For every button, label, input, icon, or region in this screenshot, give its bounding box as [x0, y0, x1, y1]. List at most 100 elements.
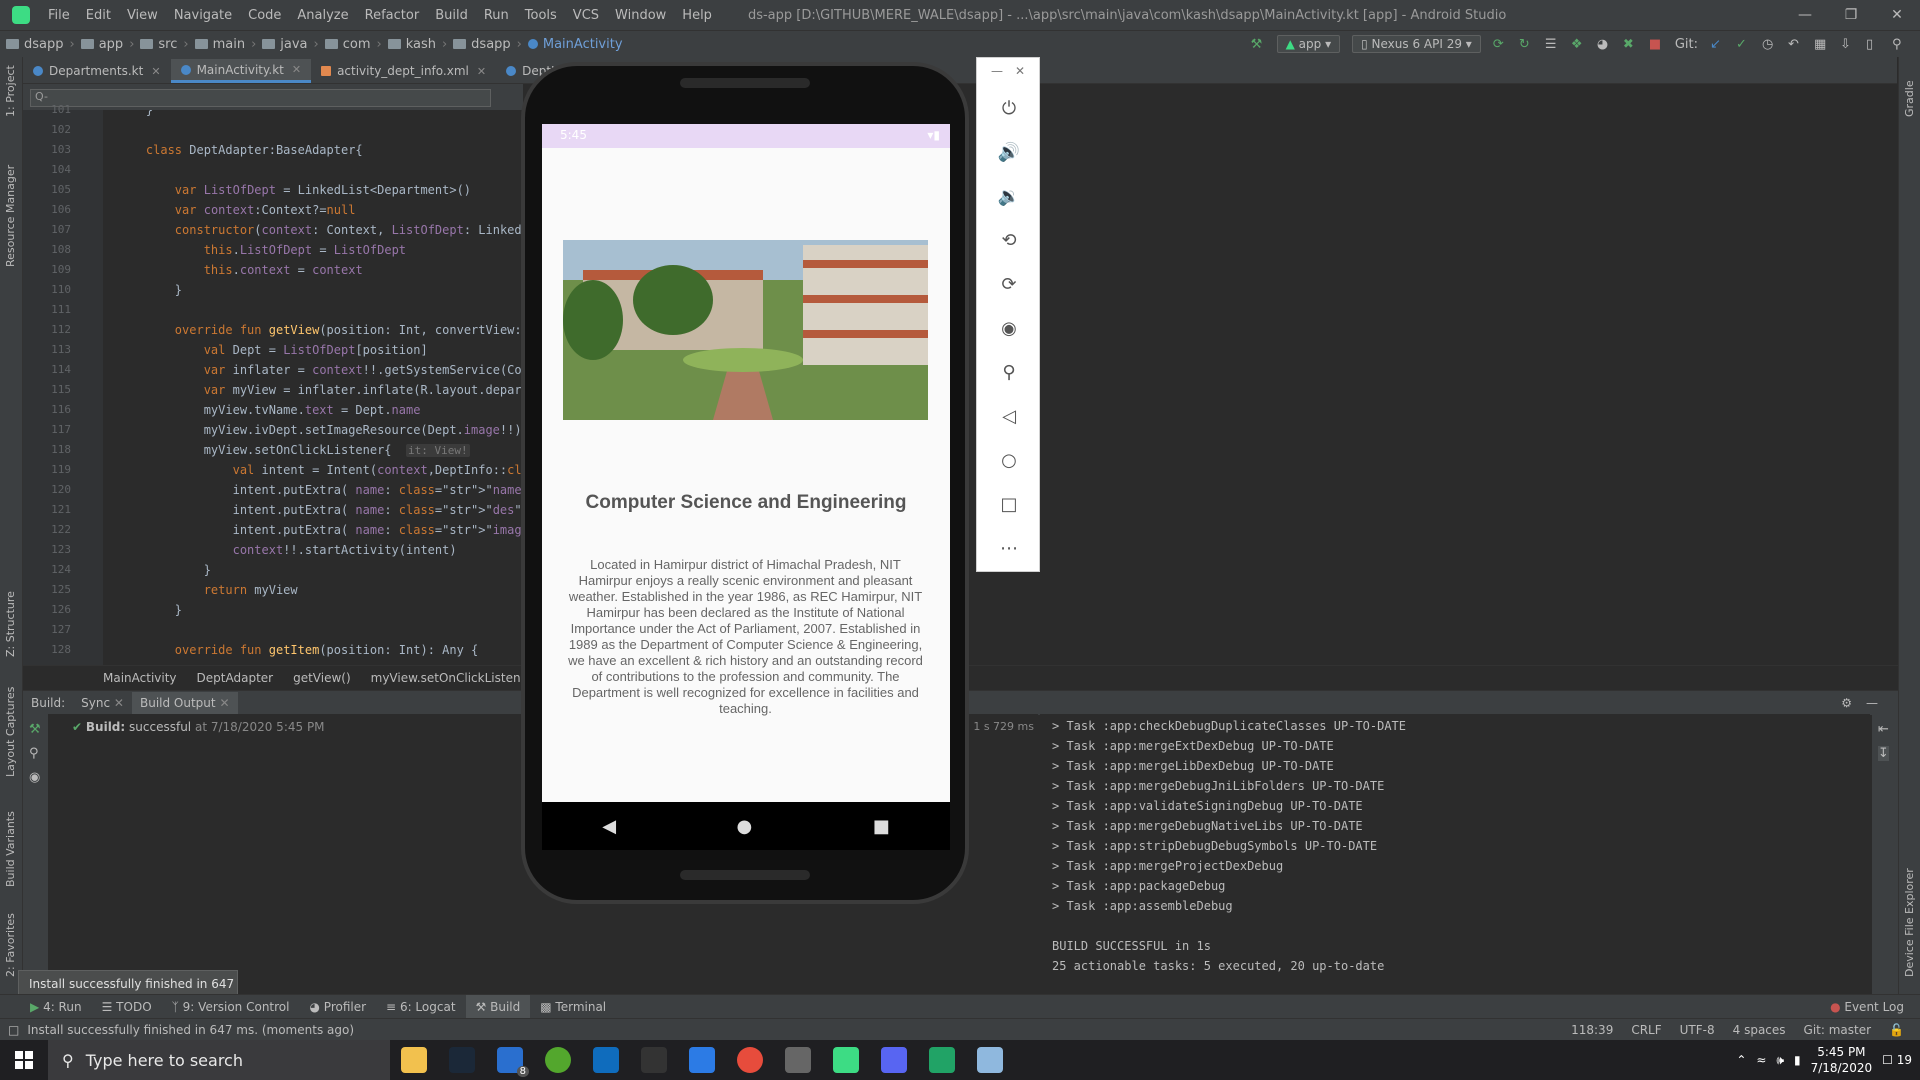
- code-line[interactable]: this.ListOfDept = ListOfDept: [117, 240, 406, 260]
- cursor-position[interactable]: 118:39: [1571, 1023, 1613, 1037]
- back-nav-icon[interactable]: ◀: [602, 816, 616, 837]
- mail-icon[interactable]: 8: [497, 1047, 529, 1077]
- zoom-icon[interactable]: ⚲: [995, 358, 1023, 386]
- code-line[interactable]: class DeptAdapter:BaseAdapter{: [117, 140, 363, 160]
- tab-profiler[interactable]: ◕ Profiler: [299, 1000, 376, 1014]
- code-line[interactable]: }: [117, 280, 182, 300]
- power-icon[interactable]: ⏻: [995, 94, 1023, 122]
- chevron-up-icon[interactable]: ⌃: [1736, 1053, 1746, 1067]
- breadcrumb-src[interactable]: src: [134, 37, 183, 52]
- wifi-icon[interactable]: ≈: [1756, 1053, 1766, 1067]
- hammer-icon[interactable]: ⚒: [29, 722, 41, 737]
- hide-panel-icon[interactable]: —: [1866, 696, 1878, 710]
- volume-icon[interactable]: 🕪: [1776, 1053, 1784, 1068]
- build-output-console[interactable]: > Task :app:checkDebugDuplicateClasses U…: [1040, 714, 1870, 994]
- close-tab-icon[interactable]: ✕: [477, 65, 486, 78]
- crumb-mainactivity[interactable]: MainActivity: [93, 671, 187, 685]
- back-icon[interactable]: ◁: [995, 402, 1023, 430]
- todo-icon[interactable]: [689, 1047, 715, 1073]
- code-line[interactable]: return myView: [117, 580, 298, 600]
- profile-icon[interactable]: ◕: [1597, 37, 1611, 52]
- code-line[interactable]: override fun getView(position: Int, conv…: [117, 320, 565, 340]
- store-icon[interactable]: [593, 1047, 619, 1073]
- camera-icon[interactable]: ◉: [995, 314, 1023, 342]
- tool-project[interactable]: 1: Project: [4, 65, 17, 117]
- code-line[interactable]: myView.ivDept.setImageResource(Dept.imag…: [117, 420, 522, 440]
- eye-icon[interactable]: ◉: [29, 770, 40, 785]
- breadcrumb-dsapp-pkg[interactable]: dsapp: [447, 37, 517, 52]
- start-button[interactable]: [0, 1040, 48, 1080]
- menu-vcs[interactable]: VCS: [565, 8, 607, 23]
- home-nav-icon[interactable]: ●: [737, 816, 753, 837]
- menu-build[interactable]: Build: [427, 8, 476, 23]
- code-line[interactable]: }: [117, 600, 182, 620]
- menu-file[interactable]: File: [40, 8, 78, 23]
- emulator-icon[interactable]: [977, 1047, 1003, 1073]
- tab-version-control[interactable]: ᛉ 9: Version Control: [162, 1000, 300, 1014]
- minimize-button[interactable]: —: [1782, 7, 1828, 23]
- debug-icon[interactable]: ❖: [1571, 37, 1585, 52]
- close-tab-icon[interactable]: ✕: [292, 63, 301, 76]
- run-config-select[interactable]: ▲ app ▾: [1276, 35, 1341, 53]
- attach-debugger-icon[interactable]: ✖: [1623, 37, 1637, 52]
- build-status-row[interactable]: ✔ Build: successful at 7/18/2020 5:45 PM: [72, 720, 325, 734]
- menu-window[interactable]: Window: [607, 8, 674, 23]
- tool-favorites[interactable]: 2: Favorites: [4, 913, 17, 977]
- menu-navigate[interactable]: Navigate: [166, 8, 240, 23]
- recents-nav-icon[interactable]: ■: [873, 816, 890, 837]
- more-icon[interactable]: ⋯: [995, 534, 1023, 562]
- breadcrumb-dsapp[interactable]: dsapp: [0, 37, 70, 52]
- tab-activity-dept-info[interactable]: activity_dept_info.xml ✕: [311, 59, 496, 83]
- overview-icon[interactable]: □: [995, 490, 1023, 518]
- tab-build[interactable]: ⚒ Build: [465, 995, 531, 1019]
- git-branch[interactable]: Git: master: [1804, 1023, 1872, 1037]
- breadcrumb-java[interactable]: java: [256, 37, 313, 52]
- breadcrumb-kash[interactable]: kash: [382, 37, 442, 52]
- restore-button[interactable]: ❐: [1828, 7, 1874, 23]
- close-window-button[interactable]: ✕: [1874, 7, 1920, 23]
- taskbar-search[interactable]: ⚲ Type here to search: [48, 1040, 390, 1080]
- search-everywhere-icon[interactable]: ⚲: [1892, 37, 1906, 52]
- code-line[interactable]: val Dept = ListOfDept[position]: [117, 340, 428, 360]
- code-line[interactable]: val intent = Intent(context,DeptInfo::cl…: [117, 460, 565, 480]
- tab-run[interactable]: ▶ 4: Run: [0, 1000, 92, 1014]
- crumb-getview[interactable]: getView(): [283, 671, 361, 685]
- indent-setting[interactable]: 4 spaces: [1733, 1023, 1786, 1037]
- tool-structure[interactable]: Z: Structure: [4, 591, 17, 657]
- menu-view[interactable]: View: [119, 8, 166, 23]
- code-line[interactable]: this.context = context: [117, 260, 363, 280]
- apply-changes-icon[interactable]: ↻: [1519, 37, 1533, 52]
- lock-icon[interactable]: 🔓: [1889, 1023, 1904, 1037]
- code-line[interactable]: context!!.startActivity(intent): [117, 540, 457, 560]
- chrome-icon[interactable]: [737, 1047, 763, 1073]
- event-log-button[interactable]: ● Event Log: [1830, 1000, 1920, 1014]
- hammer-icon[interactable]: ⚒: [1251, 37, 1265, 52]
- file-explorer-icon[interactable]: [401, 1047, 427, 1073]
- tool-layout-captures[interactable]: Layout Captures: [4, 687, 17, 777]
- taskbar-clock[interactable]: 5:45 PM 7/18/2020: [1811, 1044, 1873, 1076]
- tab-logcat[interactable]: ≡ 6: Logcat: [376, 1000, 465, 1014]
- pin-icon[interactable]: ⚲: [29, 746, 39, 761]
- scroll-to-end-icon[interactable]: ↧: [1878, 746, 1889, 761]
- breadcrumb-com[interactable]: com: [319, 37, 377, 52]
- tab-departments[interactable]: Departments.kt ✕: [23, 59, 171, 83]
- code-line[interactable]: var ListOfDept = LinkedList<Department>(…: [117, 180, 471, 200]
- tool-device-file-explorer[interactable]: Device File Explorer: [1903, 868, 1916, 977]
- tab-todo[interactable]: ☰ TODO: [92, 1000, 162, 1014]
- device-select[interactable]: ▯ Nexus 6 API 29 ▾: [1352, 35, 1481, 53]
- code-line[interactable]: }: [117, 560, 211, 580]
- status-toggle-icon[interactable]: □: [0, 1023, 19, 1037]
- menu-help[interactable]: Help: [674, 8, 720, 23]
- tab-mainactivity[interactable]: MainActivity.kt ✕: [170, 59, 312, 83]
- code-line[interactable]: myView.setOnClickListener{ it: View!: [117, 440, 470, 460]
- menu-code[interactable]: Code: [240, 8, 289, 23]
- code-line[interactable]: var myView = inflater.inflate(R.layout.d…: [117, 380, 565, 400]
- video-editor-icon[interactable]: [785, 1047, 811, 1073]
- breadcrumb-app[interactable]: app: [75, 37, 129, 52]
- code-line[interactable]: constructor(context: Context, ListOfDept…: [117, 220, 565, 240]
- tool-gradle[interactable]: Gradle: [1903, 80, 1916, 117]
- steam-icon[interactable]: [449, 1047, 475, 1073]
- editor-search-input[interactable]: Q-: [30, 89, 491, 107]
- run-icon[interactable]: ⟳: [1493, 37, 1507, 52]
- tool-resource-manager[interactable]: Resource Manager: [4, 165, 17, 267]
